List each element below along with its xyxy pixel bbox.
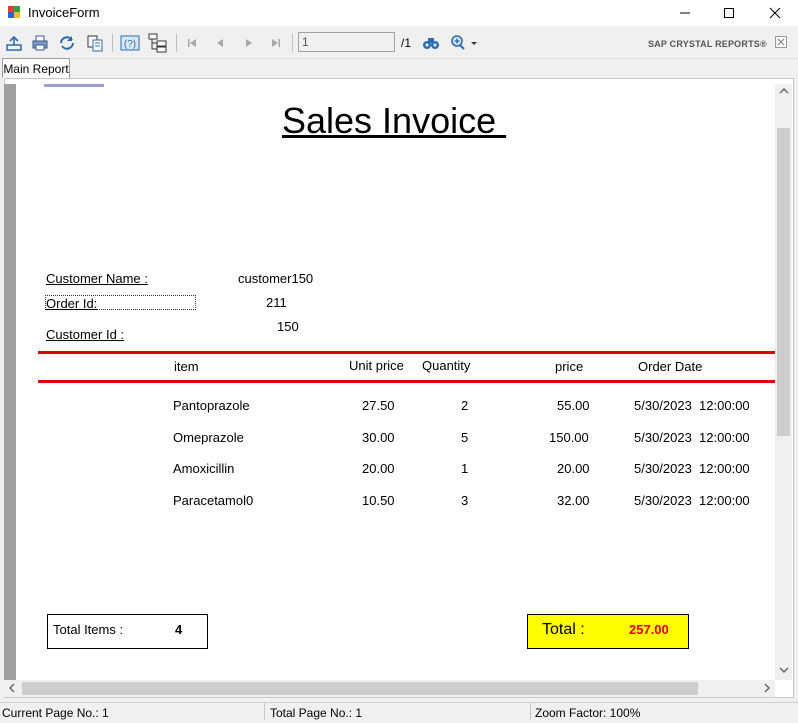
refresh-icon[interactable] xyxy=(57,33,77,53)
help-icon[interactable]: (?) xyxy=(120,33,140,53)
column-header-unit-price: Unit price xyxy=(349,358,404,373)
status-bar xyxy=(0,702,798,723)
svg-text:(?): (?) xyxy=(124,39,136,50)
cell-price: 20.00 xyxy=(557,461,590,476)
table-row: Amoxicillin 20.00 1 20.00 5/30/2023 12:0… xyxy=(0,461,775,481)
zoom-icon[interactable] xyxy=(449,33,479,53)
page-left-margin xyxy=(4,84,16,680)
cell-order-date: 5/30/2023 12:00:00 xyxy=(634,430,750,445)
toolbar-separator xyxy=(112,34,113,52)
cell-unit-price: 10.50 xyxy=(362,493,395,508)
cell-quantity: 3 xyxy=(461,493,469,508)
column-header-item: item xyxy=(174,359,199,374)
cell-item: Omeprazole xyxy=(173,430,244,445)
cell-price: 150.00 xyxy=(549,430,589,445)
group-tree-icon[interactable] xyxy=(148,33,168,53)
cell-unit-price: 20.00 xyxy=(362,461,395,476)
scroll-right-icon[interactable] xyxy=(762,683,772,696)
cell-item: Pantoprazole xyxy=(173,398,250,413)
customer-id-label: Customer Id : xyxy=(46,327,125,342)
total-items-label: Total Items : xyxy=(53,622,124,637)
cell-order-date: 5/30/2023 12:00:00 xyxy=(634,398,750,413)
find-icon[interactable] xyxy=(421,33,441,53)
close-icon[interactable] xyxy=(773,34,789,50)
cell-quantity: 2 xyxy=(461,398,469,413)
grand-total-value: 257.00 xyxy=(629,622,669,637)
maximize-button[interactable] xyxy=(706,0,752,26)
report-title: Sales Invoice xyxy=(282,100,507,141)
header-top-rule xyxy=(38,351,775,354)
cell-quantity: 1 xyxy=(461,461,469,476)
customer-id-value: 150 xyxy=(277,319,299,334)
scroll-up-icon[interactable] xyxy=(779,86,789,99)
horizontal-scroll-thumb[interactable] xyxy=(22,682,698,695)
copy-icon[interactable] xyxy=(85,33,105,53)
scroll-left-icon[interactable] xyxy=(7,683,17,696)
table-row: Pantoprazole 27.50 2 55.00 5/30/2023 12:… xyxy=(0,398,775,418)
cell-unit-price: 27.50 xyxy=(362,398,395,413)
clipped-text-fragment xyxy=(44,84,104,87)
print-icon[interactable] xyxy=(30,33,50,53)
toolbar-separator xyxy=(292,34,293,52)
column-header-quantity: Quantity xyxy=(422,358,471,373)
customer-name-label: Customer Name : xyxy=(46,271,148,286)
header-bottom-rule xyxy=(38,380,775,383)
page-number-input[interactable] xyxy=(298,32,395,52)
toolbar-separator xyxy=(176,34,177,52)
table-row: Paracetamol0 10.50 3 32.00 5/30/2023 12:… xyxy=(0,493,775,513)
grand-total-box: Total : 257.00 xyxy=(527,614,689,649)
close-button[interactable] xyxy=(752,0,798,26)
tab-main-report[interactable]: Main Report xyxy=(2,58,70,78)
grand-total-label: Total : xyxy=(542,621,585,638)
export-icon[interactable] xyxy=(4,33,24,53)
cell-price: 32.00 xyxy=(557,493,590,508)
last-page-icon[interactable] xyxy=(266,33,286,53)
customer-name-value: customer150 xyxy=(238,271,314,286)
status-total-page: Total Page No.: 1 xyxy=(270,706,363,720)
brand-label: SAP CRYSTAL REPORTS® xyxy=(648,39,767,49)
status-separator xyxy=(530,703,531,720)
prev-page-icon[interactable] xyxy=(210,33,230,53)
cell-unit-price: 30.00 xyxy=(362,430,395,445)
vertical-scroll-thumb[interactable] xyxy=(777,128,790,436)
status-zoom: Zoom Factor: 100% xyxy=(535,706,641,720)
order-id-label: Order Id: xyxy=(45,295,196,311)
total-items-box: Total Items : 4 xyxy=(47,614,208,649)
cell-order-date: 5/30/2023 12:00:00 xyxy=(634,461,750,476)
order-id-value: 211 xyxy=(266,295,287,310)
column-header-price: price xyxy=(555,359,584,374)
cell-item: Amoxicillin xyxy=(173,461,235,476)
table-row: Omeprazole 30.00 5 150.00 5/30/2023 12:0… xyxy=(0,430,775,450)
first-page-icon[interactable] xyxy=(182,33,202,53)
report-viewer xyxy=(4,78,794,698)
next-page-icon[interactable] xyxy=(239,33,259,53)
column-header-order-date: Order Date xyxy=(638,359,703,374)
cell-item: Paracetamol0 xyxy=(173,493,254,508)
cell-order-date: 5/30/2023 12:00:00 xyxy=(634,493,750,508)
app-icon xyxy=(7,5,21,19)
total-items-value: 4 xyxy=(175,622,183,637)
cell-quantity: 5 xyxy=(461,430,469,445)
window-title: InvoiceForm xyxy=(28,5,100,20)
status-separator xyxy=(264,703,265,720)
minimize-button[interactable] xyxy=(662,0,708,26)
cell-price: 55.00 xyxy=(557,398,590,413)
status-current-page: Current Page No.: 1 xyxy=(2,706,109,720)
scroll-down-icon[interactable] xyxy=(779,665,789,678)
page-total-label: /1 xyxy=(401,36,412,50)
